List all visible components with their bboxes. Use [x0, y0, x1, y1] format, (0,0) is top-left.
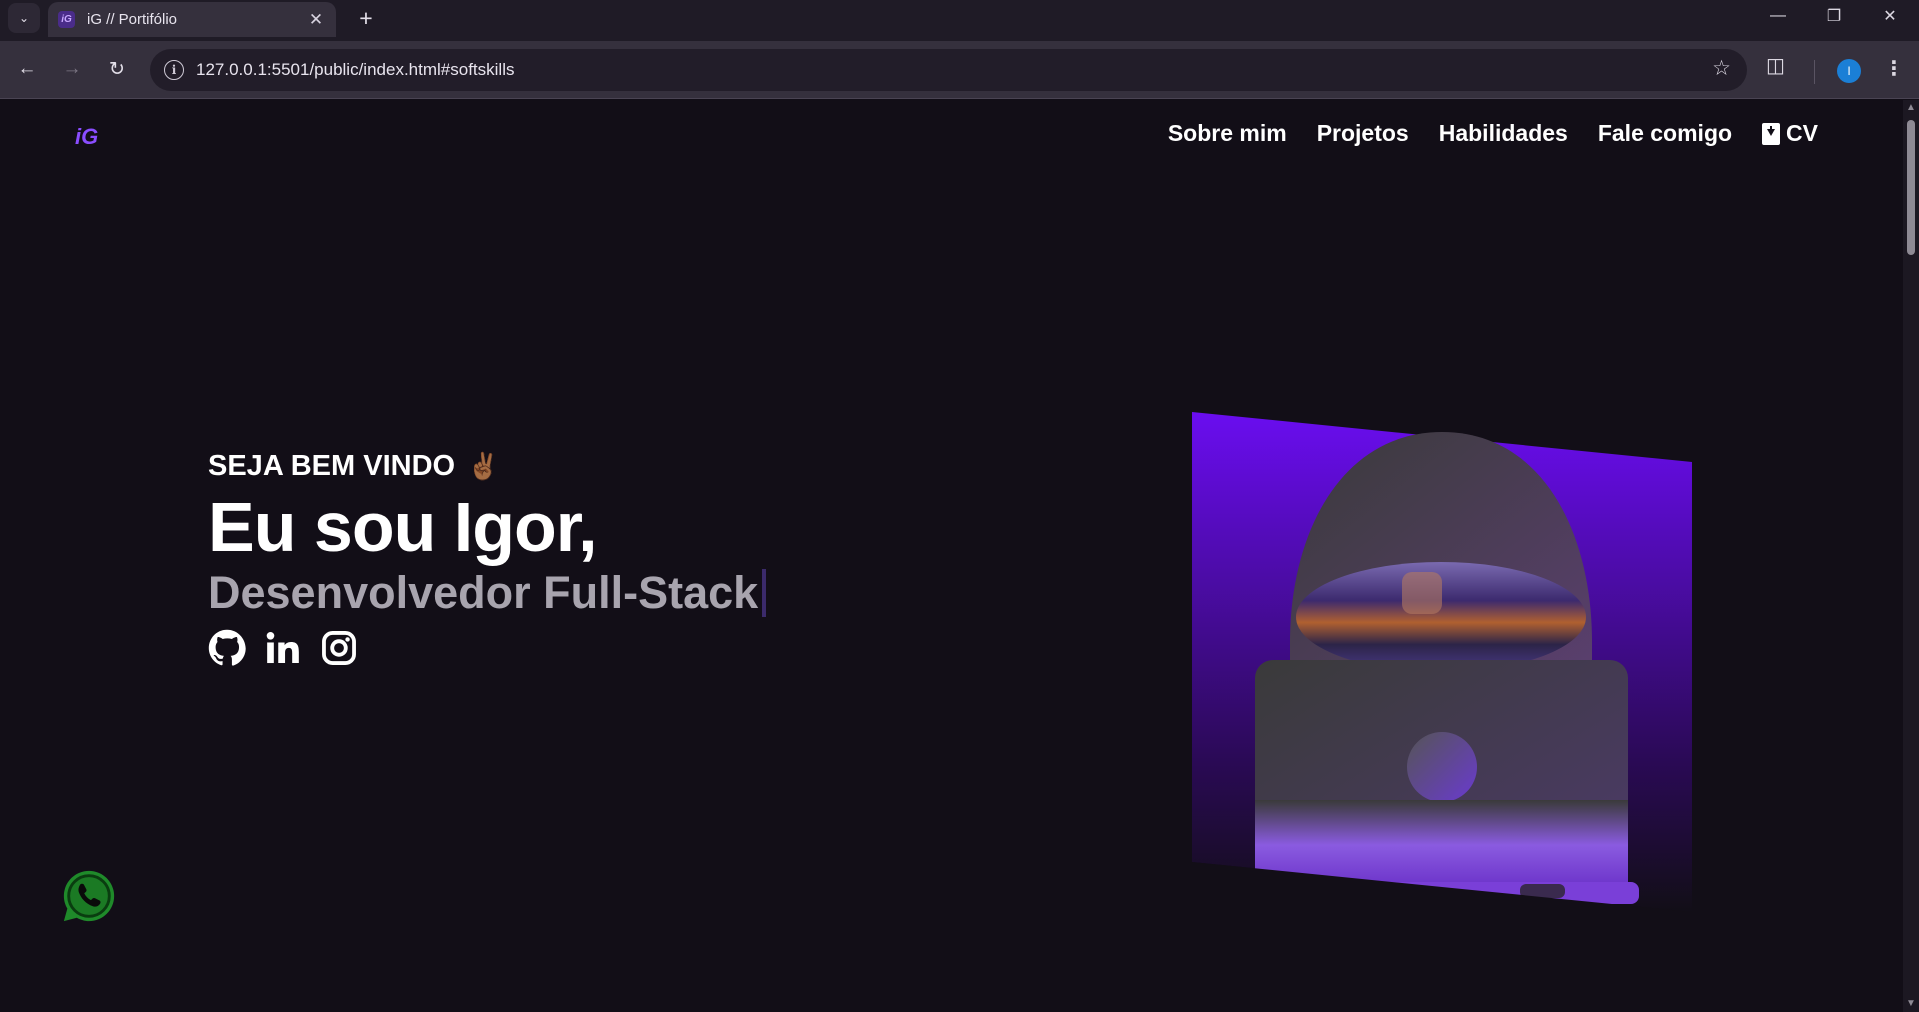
site-logo[interactable]: iG [75, 124, 98, 150]
scroll-thumb[interactable] [1907, 120, 1915, 255]
site-nav: Sobre mim Projetos Habilidades Fale comi… [1168, 120, 1818, 147]
scroll-down-icon[interactable]: ▼ [1906, 998, 1916, 1009]
minimize-button[interactable]: — [1750, 0, 1806, 32]
face-shape [1402, 572, 1442, 614]
browser-toolbar: ← → ↻ i 127.0.0.1:5501/public/index.html… [0, 41, 1919, 99]
file-download-icon [1762, 122, 1781, 145]
nav-label: Sobre mim [1167, 120, 1287, 146]
nav-link-sobre-mim[interactable]: Sobre mim [1168, 120, 1287, 147]
toolbar-divider [1814, 60, 1815, 84]
role-text: Desenvolvedor Full-Stack [208, 567, 759, 618]
tab-title: iG // Portifólio [87, 11, 178, 28]
back-button[interactable]: ← [11, 53, 43, 85]
extensions-icon[interactable]: ◫ [1766, 53, 1785, 78]
page-viewport: iG Sobre mim Projetos Habilidades Fale c… [0, 100, 1903, 1012]
browser-tab-active[interactable]: iG iG // Portifólio ✕ [48, 2, 336, 37]
bookmark-star-icon[interactable]: ☆ [1712, 56, 1731, 81]
github-icon[interactable] [208, 629, 246, 667]
typing-cursor [762, 569, 767, 617]
peace-hand-icon: ✌🏾 [467, 451, 500, 482]
site-info-icon[interactable]: i [164, 60, 184, 80]
linkedin-icon[interactable] [264, 629, 302, 667]
chevron-down-icon: ⌄ [18, 11, 30, 25]
browser-tabstrip: ⌄ iG iG // Portifólio ✕ + — ❐ ✕ [0, 0, 1919, 41]
scroll-up-icon[interactable]: ▲ [1906, 102, 1916, 113]
nav-label: Fale comigo [1597, 120, 1733, 146]
close-window-button[interactable]: ✕ [1862, 0, 1918, 32]
forward-button[interactable]: → [56, 53, 88, 85]
nav-label: Habilidades [1438, 120, 1568, 146]
greeting-text: SEJA BEM VINDO [208, 450, 456, 482]
hero-title: Eu sou Igor, [208, 488, 598, 566]
favicon-icon: iG [58, 11, 75, 28]
page-scrollbar[interactable]: ▲ ▼ [1903, 100, 1919, 1012]
url-text[interactable]: 127.0.0.1:5501/public/index.html#softski… [196, 60, 514, 80]
tab-close-icon[interactable]: ✕ [306, 10, 326, 30]
nav-link-cv[interactable]: CV [1762, 120, 1818, 147]
hero-illustration [1192, 412, 1692, 912]
browser-menu-icon[interactable]: ⋮ [1884, 56, 1904, 81]
hero-greeting: SEJA BEM VINDO ✌🏾 [208, 450, 766, 483]
hero-subtitle: Desenvolvedor Full-Stack [208, 567, 767, 619]
new-tab-button[interactable]: + [352, 4, 380, 32]
profile-avatar[interactable]: I [1837, 59, 1861, 83]
laptop-logo [1407, 732, 1477, 802]
address-bar[interactable]: i 127.0.0.1:5501/public/index.html#softs… [150, 49, 1747, 91]
nav-link-habilidades[interactable]: Habilidades [1439, 120, 1568, 147]
instagram-icon[interactable] [320, 629, 358, 667]
nav-link-fale-comigo[interactable]: Fale comigo [1598, 120, 1732, 147]
hero-section: SEJA BEM VINDO ✌🏾 Eu sou Igor, Desenvolv… [208, 450, 767, 667]
nav-link-projetos[interactable]: Projetos [1317, 120, 1409, 147]
reload-button[interactable]: ↻ [101, 53, 133, 85]
nav-label: Projetos [1316, 120, 1409, 146]
restore-button[interactable]: ❐ [1806, 0, 1862, 32]
social-links [208, 629, 766, 667]
whatsapp-icon[interactable] [60, 867, 118, 925]
tab-search-button[interactable]: ⌄ [8, 3, 40, 33]
nav-label: CV [1786, 120, 1818, 146]
